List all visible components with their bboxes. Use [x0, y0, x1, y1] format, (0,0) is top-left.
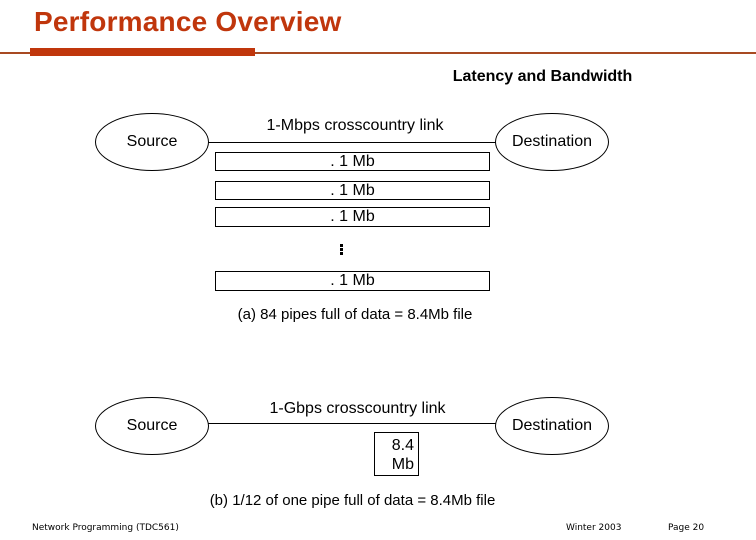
pipe-label: . 1 Mb — [330, 272, 375, 289]
data-box: 8.4 Mb — [374, 432, 419, 476]
header-accent-bar — [30, 48, 255, 56]
caption-b: (b) 1/12 of one pipe full of data = 8.4M… — [209, 492, 496, 509]
destination-label: Destination — [511, 417, 593, 434]
pipe-label: . 1 Mb — [330, 181, 375, 199]
data-box-unit: Mb — [391, 456, 414, 473]
pipe-box: . 1 Mb — [215, 152, 490, 171]
footer-page-number: Page 20 — [668, 523, 705, 533]
source-node: Source — [95, 113, 209, 171]
data-box-value: 8.4 — [391, 437, 414, 454]
source-node: Source — [95, 397, 209, 455]
link-line — [208, 423, 496, 424]
link-label: 1-Gbps crosscountry link — [269, 400, 446, 417]
pipe-label: . 1 Mb — [330, 152, 375, 170]
pipe-label: . 1 Mb — [330, 208, 375, 225]
pipe-box: . 1 Mb — [215, 181, 490, 200]
destination-label: Destination — [511, 133, 593, 150]
caption-a: (a) 84 pipes full of data = 8.4Mb file — [237, 306, 473, 323]
source-label: Source — [126, 417, 178, 434]
vertical-ellipsis-icon — [336, 240, 346, 252]
footer-term: Winter 2003 — [566, 523, 622, 533]
source-label: Source — [126, 133, 178, 150]
slide-subtitle: Latency and Bandwidth — [452, 68, 633, 85]
footer-course: Network Programming (TDC561) — [32, 523, 179, 533]
slide-title: Performance Overview — [34, 6, 342, 37]
destination-node: Destination — [495, 397, 609, 455]
link-line — [208, 142, 496, 143]
destination-node: Destination — [495, 113, 609, 171]
pipe-box: . 1 Mb — [215, 207, 490, 227]
pipe-box: . 1 Mb — [215, 271, 490, 291]
link-label: 1-Mbps crosscountry link — [266, 117, 444, 134]
